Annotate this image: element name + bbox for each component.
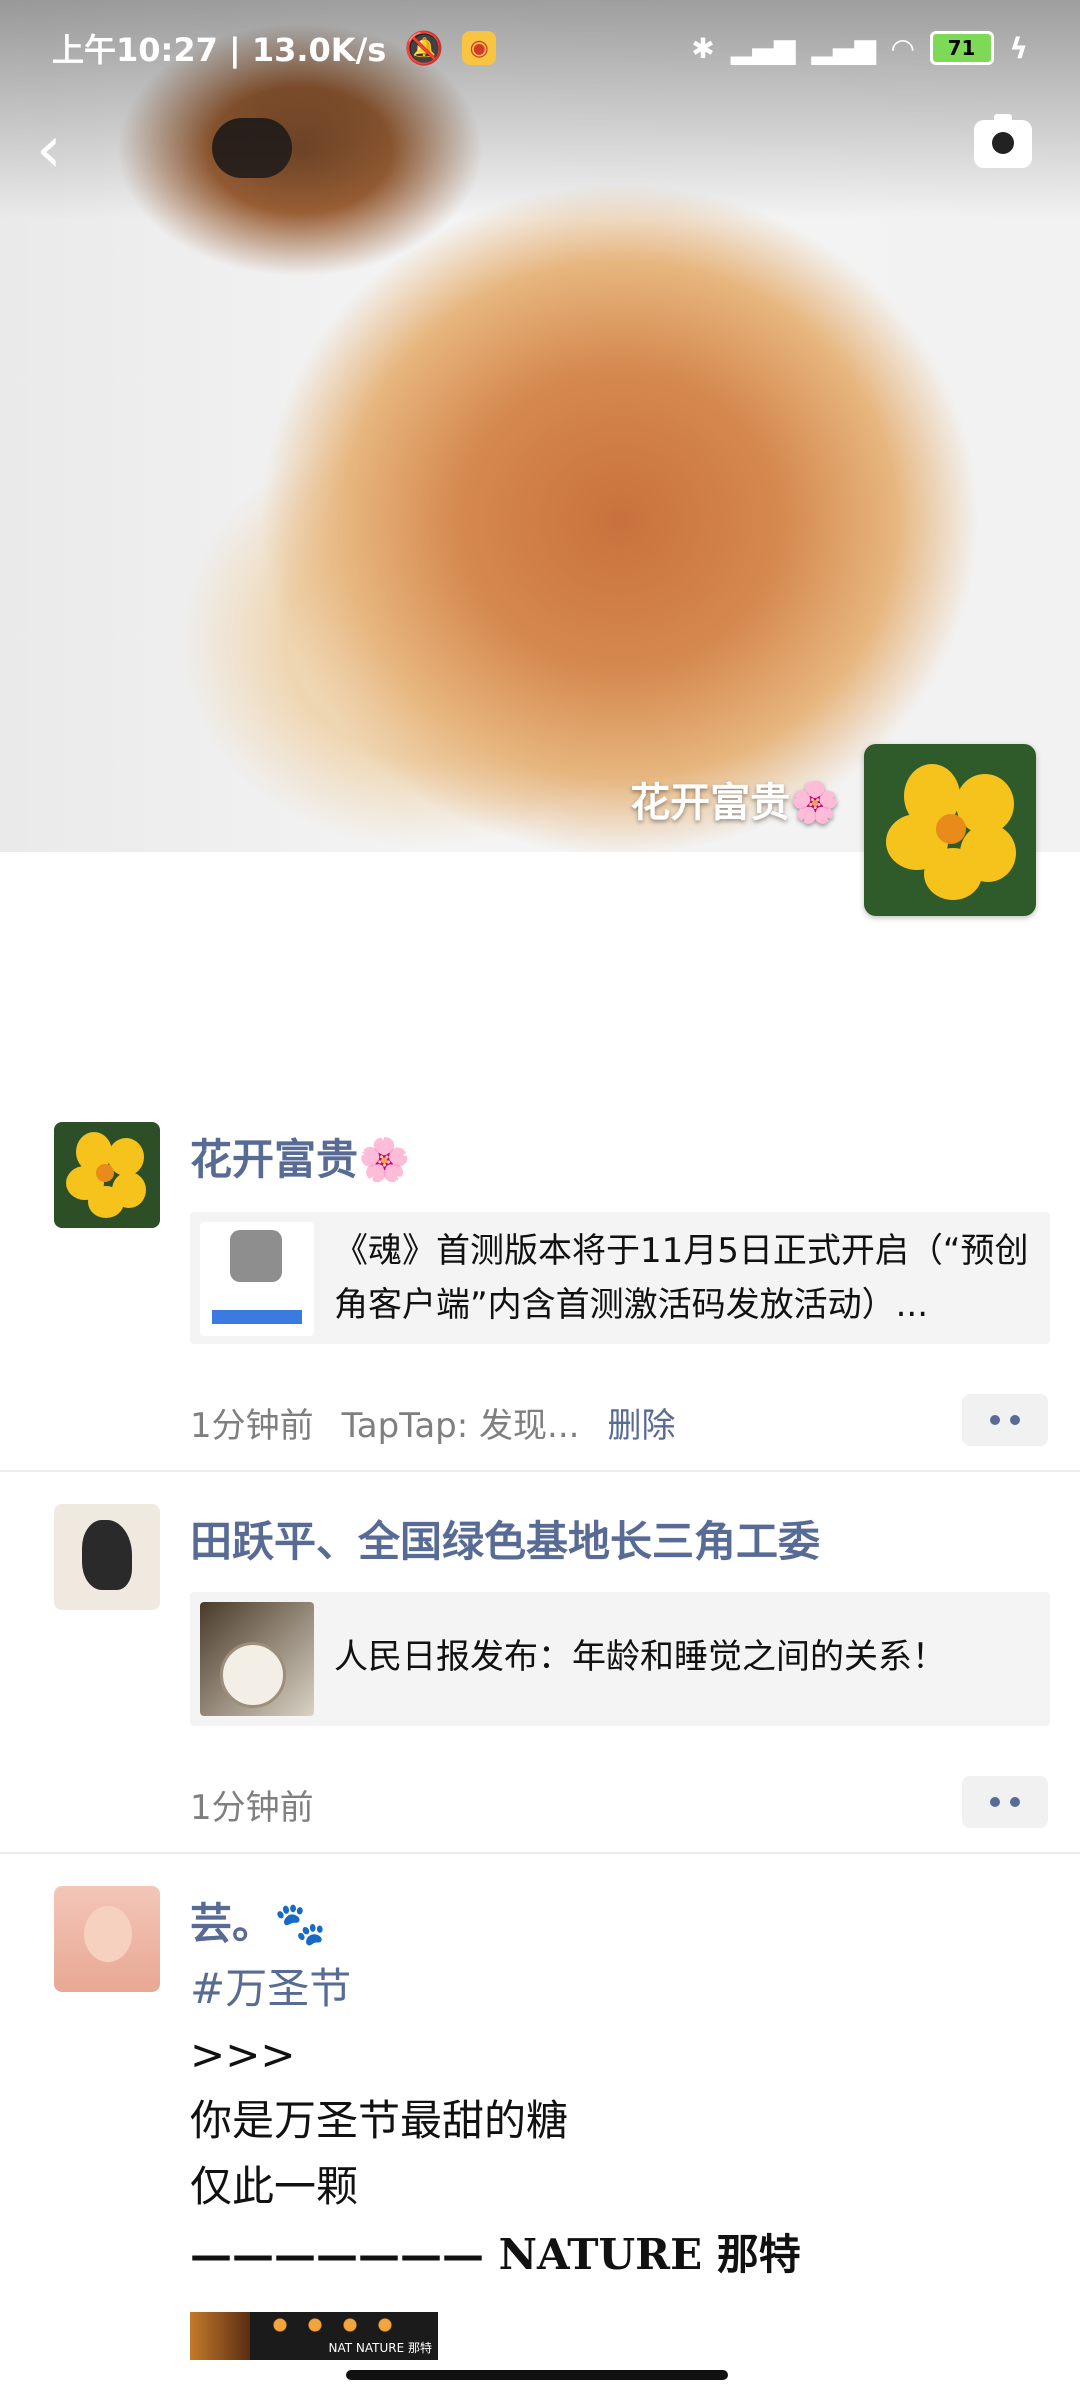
post3-line: 仅此一颗 [190,2162,359,2211]
charging-icon: ϟ [1009,31,1028,65]
post-divider [0,1470,1080,1472]
post3-avatar[interactable] [54,1886,160,1992]
post2-meta: 1分钟前 [190,1780,314,1829]
post1-nickname[interactable]: 花开富贵🌸 [190,1126,410,1187]
post2-avatar[interactable] [54,1504,160,1610]
post2-card-thumbnail [200,1602,314,1716]
post1-more-button[interactable] [962,1394,1048,1446]
post2-more-button[interactable] [962,1776,1048,1828]
post1-source[interactable]: TapTap: 发现... [342,1398,580,1447]
back-button[interactable]: ‹ [36,118,86,182]
signal-icon-2: ▂▄▆ [811,31,876,65]
flower-image [864,744,1036,916]
wifi-icon: ◠ [891,31,914,65]
post2-card-title: 人民日报发布：年龄和睡觉之间的关系！ [334,1637,946,1677]
post2-link-card[interactable]: 人民日报发布：年龄和睡觉之间的关系！ [190,1592,1050,1726]
post1-avatar[interactable] [54,1122,160,1228]
post1-link-card[interactable]: 《魂》首测版本将于11月5日正式开启（“预创角客户端”内含首测激活码发放活动）.… [190,1212,1050,1344]
bell-muted-icon: 🔕 [404,29,445,67]
cover-photo[interactable] [0,0,1080,852]
post3-line: >>> [190,2030,296,2079]
dot-icon [990,1797,1000,1807]
horse-painting-image [82,1520,132,1590]
child-photo-image [84,1906,132,1962]
post3-line: 你是万圣节最甜的糖 [190,2096,569,2145]
camera-button[interactable] [974,114,1032,168]
home-indicator[interactable] [346,2370,728,2380]
dot-icon [1010,1797,1020,1807]
post3-hashtag[interactable]: #万圣节 [190,1956,351,2022]
lights-image [270,2318,410,2332]
post2-time: 1分钟前 [190,1788,314,1828]
battery-icon: 71 [929,31,994,65]
flower-image [54,1122,160,1228]
dot-icon [990,1415,1000,1425]
clock-icon [220,1642,286,1708]
dot-icon [1010,1415,1020,1425]
weibo-icon: ◉ [462,31,497,65]
post3-image-caption: NAT NATURE 那特 [328,2341,432,2355]
bluetooth-icon: ✱ [691,31,715,65]
post1-card-title: 《魂》首测版本将于11月5日正式开启（“预创角客户端”内含首测激活码发放活动）.… [334,1231,1029,1325]
signal-icon: ▂▄▆ [730,31,796,65]
post1-time: 1分钟前 [190,1406,314,1446]
post1-delete-button[interactable]: 删除 [607,1398,675,1447]
post-divider [0,1852,1080,1854]
cover-username: 花开富贵🌸 [630,780,840,826]
status-bar: 上午10:27 | 13.0K/s 🔕 ◉ ✱ ▂▄▆ ▂▄▆ ◠ 71 ϟ [0,0,1080,96]
post3-image[interactable]: NAT NATURE 那特 [190,2312,438,2360]
post1-card-thumbnail [200,1222,314,1336]
post1-meta: 1分钟前 TapTap: 发现... 删除 [190,1398,675,1447]
post3-nickname[interactable]: 芸。🐾 [190,1890,326,1951]
post3-signature: ——————— NATURE 那特 [190,2230,801,2279]
status-time: 上午10:27 | 13.0K/s [52,31,387,69]
post2-nickname[interactable]: 田跃平、全国绿色基地长三角工委 [190,1508,820,1569]
cover-avatar[interactable] [864,744,1036,916]
